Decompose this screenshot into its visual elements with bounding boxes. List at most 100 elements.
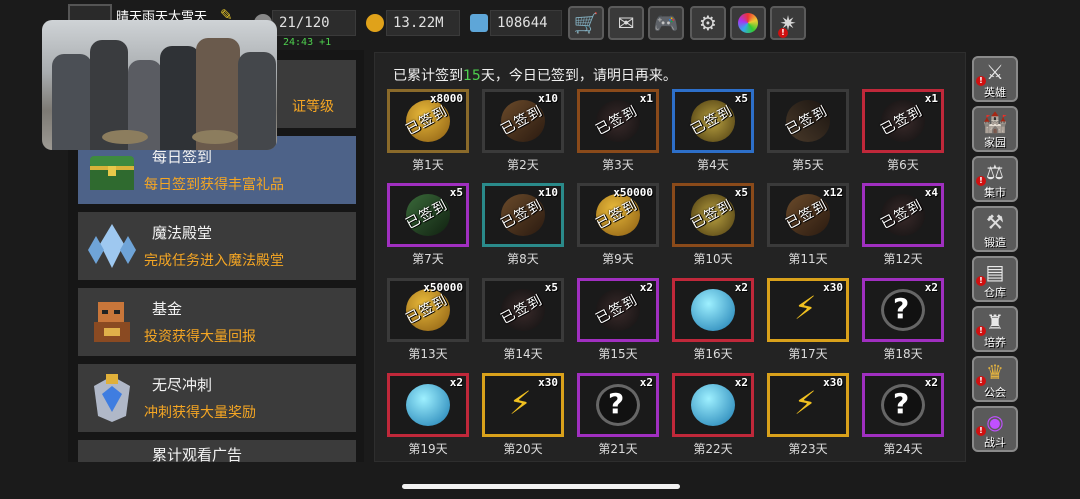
lightning-icon: ⚡	[509, 384, 532, 422]
gold-coin-icon	[366, 14, 384, 32]
day-label: 第22天	[693, 442, 733, 456]
signin-day-cell[interactable]: x4 已签到第12天	[862, 183, 944, 273]
signin-day-cell[interactable]: x5 已签到 第10天	[672, 183, 754, 273]
rail-button-label: 集市	[984, 186, 1006, 199]
day-label: 第7天	[412, 252, 444, 266]
reward-slot: x10 已签到	[482, 89, 564, 153]
reward-quantity: x2	[734, 281, 748, 294]
signin-day-cell[interactable]: x1 已签到 第6天	[862, 89, 944, 179]
signin-day-cell[interactable]: x50000 已签到第13天	[387, 278, 469, 368]
rail-button-market[interactable]: ⚖ 集市!	[972, 156, 1018, 202]
day-label: 第2天	[507, 158, 539, 172]
menu-item-fund[interactable]: 基金 投资获得大量回报	[78, 288, 356, 356]
alert-icon: !	[976, 76, 986, 86]
reward-quantity: x10	[538, 92, 558, 105]
signin-day-cell[interactable]: x50000 已签到 第9天	[577, 183, 659, 273]
rail-button-training[interactable]: ♜ 培养!	[972, 306, 1018, 352]
menu-item-magic-hall[interactable]: 魔法殿堂 完成任务进入魔法殿堂	[78, 212, 356, 280]
reward-quantity: x30	[538, 376, 558, 389]
mail-button[interactable]: ✉	[608, 6, 644, 40]
reward-quantity: x5	[544, 281, 558, 294]
reward-slot: ⚡ x30	[767, 373, 849, 437]
armor-icon	[84, 372, 140, 424]
rail-button-hero[interactable]: ⚔ 英雄!	[972, 56, 1018, 102]
signin-day-cell[interactable]: x12 已签到 第11天	[767, 183, 849, 273]
rail-button-label: 锻造	[984, 236, 1006, 249]
day-label: 第9天	[602, 252, 634, 266]
rail-button-guild[interactable]: ♛ 公会!	[972, 356, 1018, 402]
question-mark-icon: ?	[608, 387, 625, 420]
rail-button-castle[interactable]: 🏰 家园	[972, 106, 1018, 152]
day-label: 第3天	[602, 158, 634, 172]
settings-button[interactable]: ⚙	[690, 6, 726, 40]
alert-icon: !	[976, 276, 986, 286]
gold-value: 13.22M	[386, 10, 460, 36]
day-label: 第11天	[788, 252, 828, 266]
reward-slot: 已签到	[767, 89, 849, 153]
alert-icon: !	[976, 176, 986, 186]
reward-quantity: x2	[924, 376, 938, 389]
signin-day-cell[interactable]: ⚡ x30 第17天	[767, 278, 849, 368]
mail-icon: ✉	[617, 11, 635, 35]
menu-item-ad-watch[interactable]: 累计观看广告	[78, 440, 356, 462]
castle-icon: 🏰	[982, 110, 1008, 134]
question-mark-icon: ?	[893, 292, 910, 325]
rail-button-portal[interactable]: ◉ 战斗!	[972, 406, 1018, 452]
signin-day-cell[interactable]: ? x2 第18天	[862, 278, 944, 368]
right-nav-rail: ⚔ 英雄! 🏰 家园 ⚖ 集市! ⚒ 锻造 ▤ 仓库! ♜ 培养! ♛ 公会! ◉ 战斗!	[968, 56, 1026, 456]
video-bowl	[102, 130, 148, 144]
rail-button-label: 培养	[984, 336, 1006, 349]
rail-button-anvil[interactable]: ⚒ 锻造	[972, 206, 1018, 252]
reward-slot: ? x2	[862, 278, 944, 342]
signin-day-cell[interactable]: x2 第22天	[672, 373, 754, 461]
menu-item-endless-sprint[interactable]: 无尽冲刺 冲刺获得大量奖励	[78, 364, 356, 432]
menu-item-desc: 投资获得大量回报	[144, 329, 256, 345]
signin-day-cell[interactable]: x10 已签到第2天	[482, 89, 564, 179]
signin-day-cell[interactable]: x8000 已签到 第1天	[387, 89, 469, 179]
signin-day-cell[interactable]: x5 已签到 第4天	[672, 89, 754, 179]
signin-day-cell[interactable]: ? x2 第21天	[577, 373, 659, 461]
reward-quantity: x2	[924, 281, 938, 294]
day-label: 第13天	[408, 347, 448, 361]
reward-slot: ⚡ x30	[767, 278, 849, 342]
day-label: 第18天	[883, 347, 923, 361]
shop-cart-button[interactable]: 🛒	[568, 6, 604, 40]
day-label: 第21天	[598, 442, 638, 456]
signin-day-cell[interactable]: x2 第19天	[387, 373, 469, 461]
day-label: 第15天	[598, 347, 638, 361]
menu-item-desc: 冲刺获得大量奖励	[144, 405, 256, 421]
alert-icon: !	[976, 376, 986, 386]
home-indicator[interactable]	[402, 484, 680, 489]
reward-quantity: x2	[734, 376, 748, 389]
reward-slot: x10 已签到	[482, 183, 564, 247]
signin-day-cell[interactable]: x2 已签到 第15天	[577, 278, 659, 368]
menu-item-title: 基金	[152, 300, 183, 318]
day-label: 第12天	[883, 252, 923, 266]
signin-day-cell[interactable]: ⚡ x30 第20天	[482, 373, 564, 461]
signin-day-cell[interactable]: ? x2 第24天	[862, 373, 944, 461]
reward-slot: x4 已签到	[862, 183, 944, 247]
signin-day-cell[interactable]: 已签到 第5天	[767, 89, 849, 179]
reward-slot: x8000 已签到	[387, 89, 469, 153]
signin-day-cell[interactable]: ⚡ x30 第23天	[767, 373, 849, 461]
mystery-icon: ?	[881, 384, 925, 426]
reward-slot: ⚡ x30	[482, 373, 564, 437]
anvil-icon: ⚒	[986, 210, 1004, 234]
signin-day-cell[interactable]: x10 已签到第8天	[482, 183, 564, 273]
video-bowl	[192, 130, 238, 144]
signin-day-cell[interactable]: x2 第16天	[672, 278, 754, 368]
signin-day-cell[interactable]: x1 已签到第3天	[577, 89, 659, 179]
reward-quantity: x5	[734, 92, 748, 105]
reward-slot: x1 已签到	[577, 89, 659, 153]
rail-button-warehouse[interactable]: ▤ 仓库!	[972, 256, 1018, 302]
reward-slot: x50000 已签到	[387, 278, 469, 342]
video-overlay[interactable]	[42, 20, 277, 150]
reward-quantity: x4	[924, 186, 938, 199]
lightning-icon: ⚡	[794, 384, 817, 422]
day-label: 第8天	[507, 252, 539, 266]
signin-day-cell[interactable]: x5 已签到 第7天	[387, 183, 469, 273]
signin-day-cell[interactable]: x5 已签到 第14天	[482, 278, 564, 368]
gamepad-button[interactable]: 🎮	[648, 6, 684, 40]
firework-button[interactable]: ✷ !	[770, 6, 806, 40]
color-wheel-button[interactable]	[730, 6, 766, 40]
